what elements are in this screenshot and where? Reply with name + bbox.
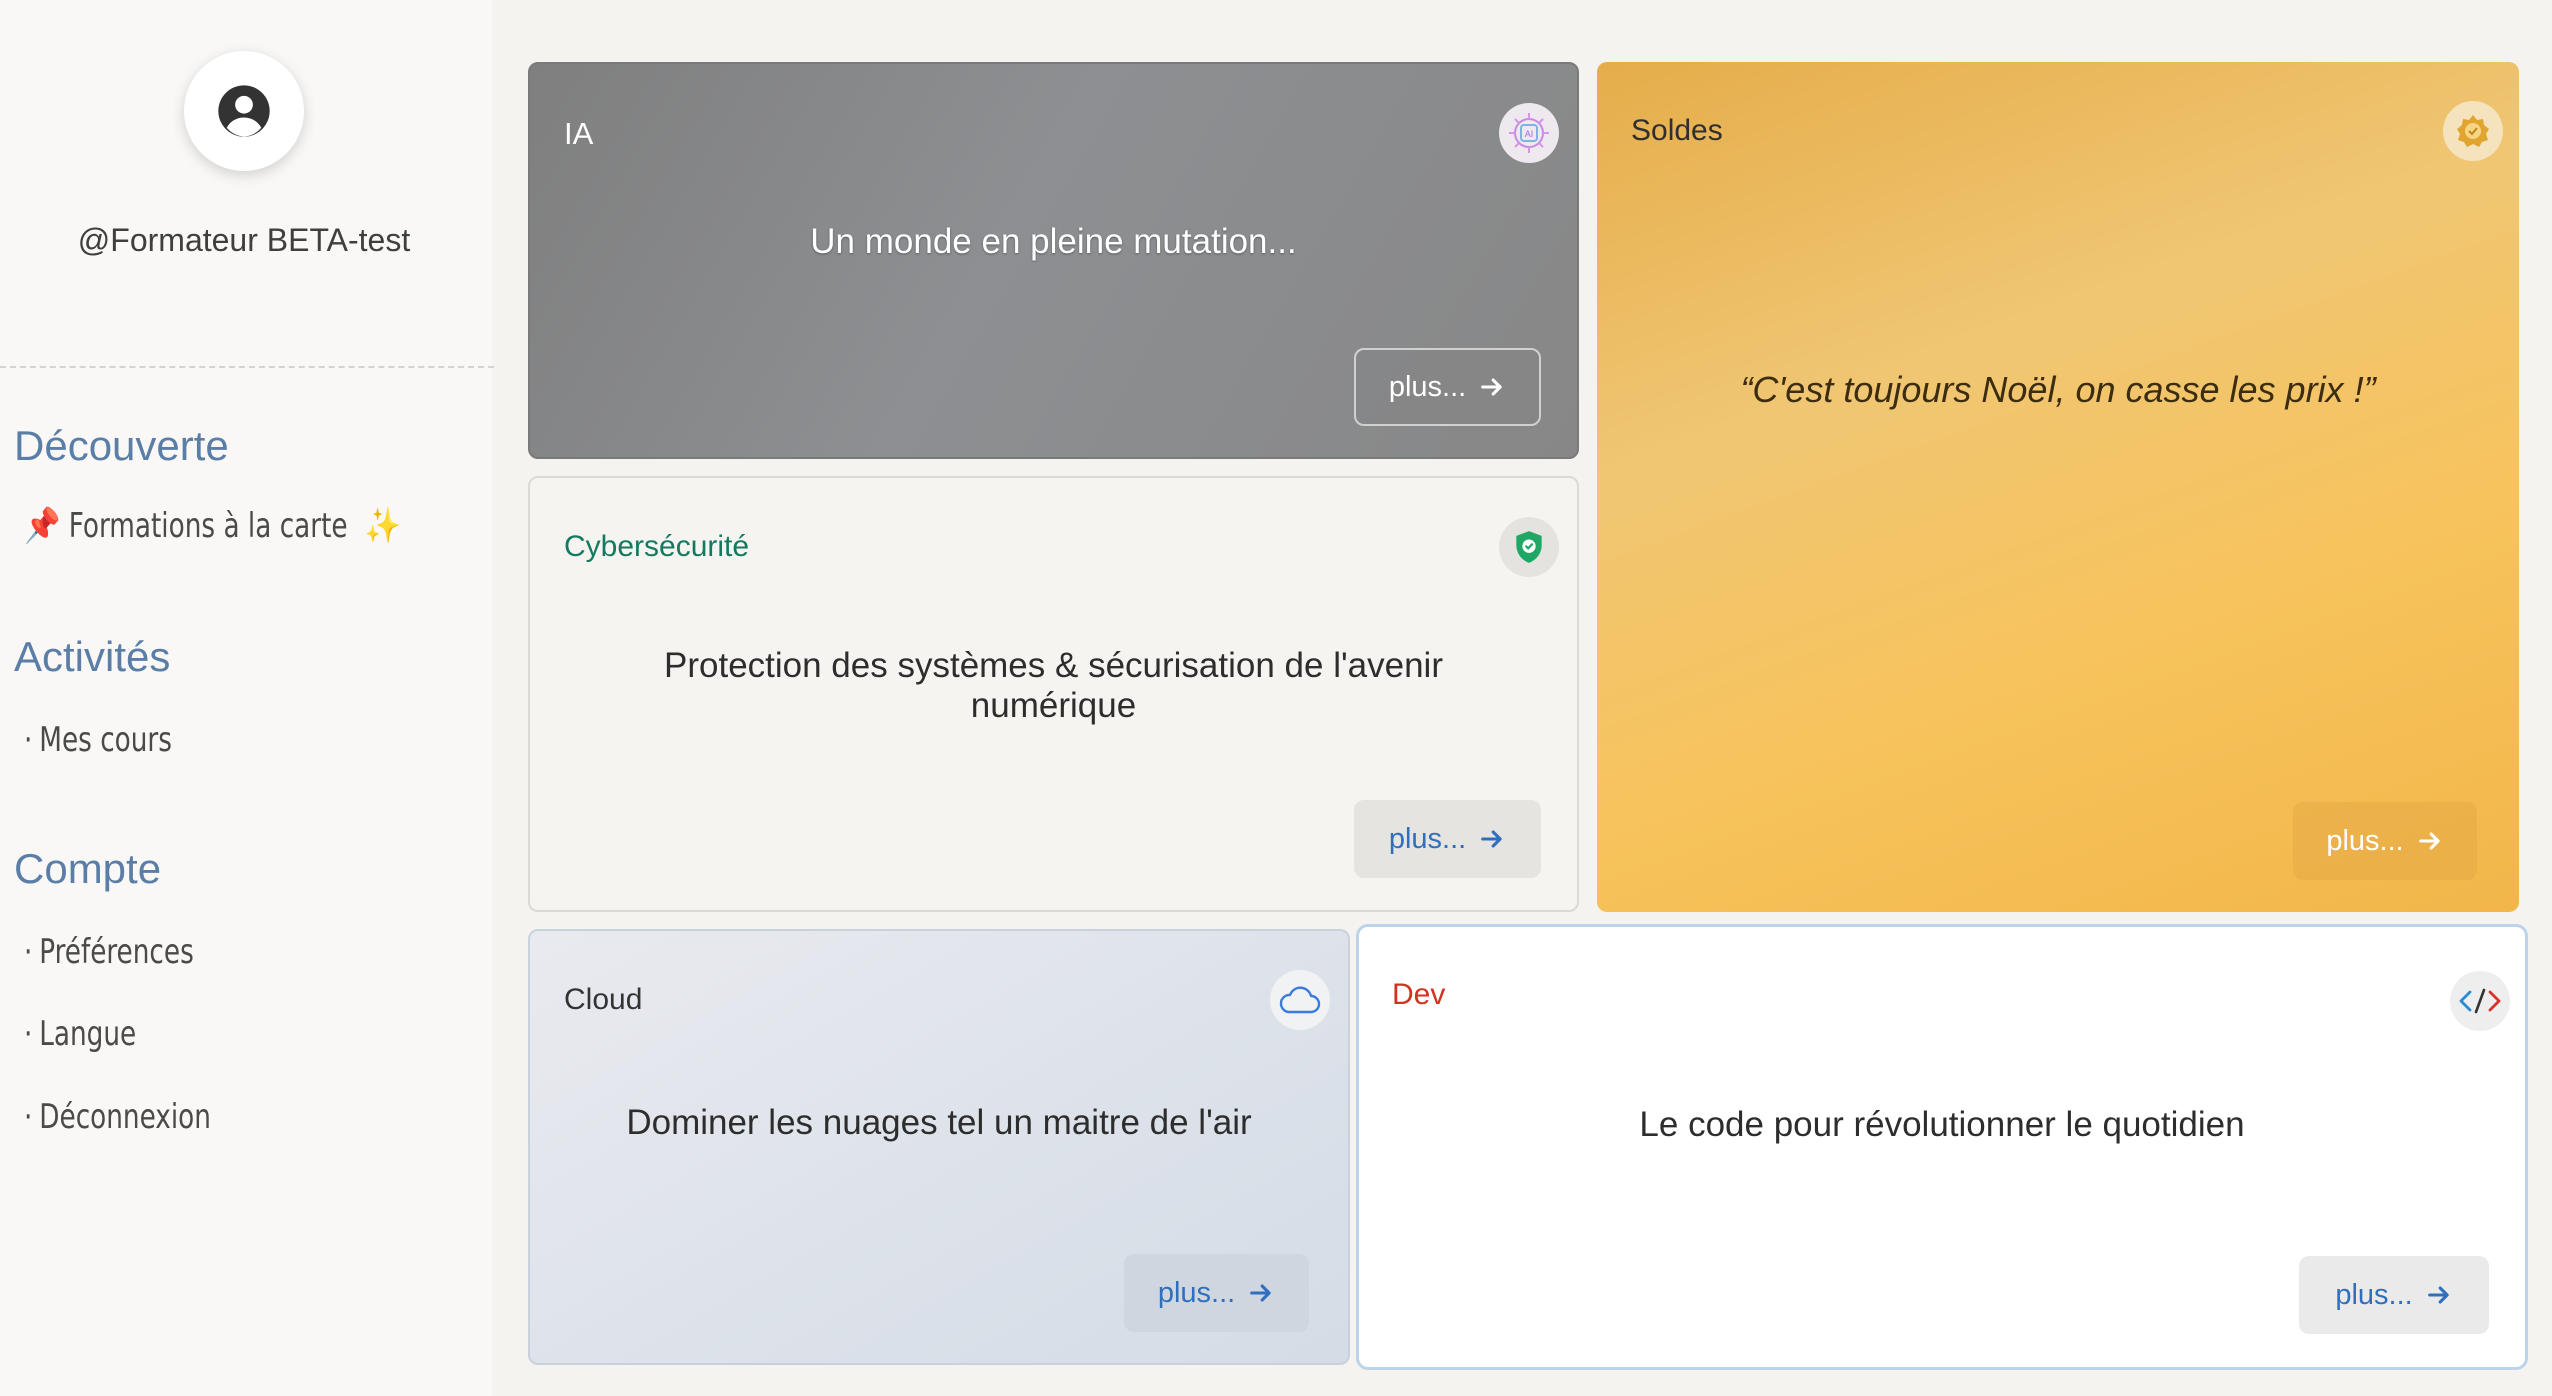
sidebar-item-deconnexion[interactable]: · Déconnexion [24,1097,211,1137]
sidebar-item-label: Langue [39,1014,137,1054]
app-root: @Formateur BETA-test Découverte 📌 Format… [0,0,2552,1396]
sidebar-item-label: Mes cours [39,720,172,760]
card-label: Soldes [1631,114,1723,147]
card-label: Dev [1392,978,1446,1011]
section-title-compte: Compte [14,845,162,892]
shield-check-icon [1499,517,1559,577]
arrow-right-icon [1481,830,1502,848]
more-button[interactable]: plus... [2299,1256,2489,1334]
user-icon [218,85,270,137]
more-button[interactable]: plus... [1124,1254,1309,1332]
sidebar-divider [0,366,494,368]
more-button-label: plus... [1388,822,1467,855]
section-title-decouverte: Découverte [14,422,229,469]
more-button[interactable]: plus... [1354,348,1541,426]
section-title-activites: Activités [14,633,171,680]
arrow-right-icon [2418,832,2440,850]
svg-text:AI: AI [1525,129,1534,139]
sale-badge-icon [2443,101,2503,161]
arrow-right-icon [1250,1284,1271,1302]
username: @Formateur BETA-test [77,222,411,258]
more-button-label: plus... [2335,1278,2413,1311]
sidebar-item-formations[interactable]: 📌 Formations à la carte ✨ [24,506,401,546]
sidebar-item-label: Préférences [39,932,194,972]
more-button[interactable]: plus... [1354,800,1541,878]
more-button-label: plus... [1157,1276,1236,1309]
card-description: Dominer les nuages tel un maitre de l'ai… [626,1103,1252,1142]
bullet: · [24,1014,33,1054]
ai-chip-icon: AI [1499,103,1559,163]
more-button-label: plus... [2326,824,2404,857]
code-icon [2450,971,2510,1031]
sidebar-item-label: Formations à la carte [68,506,348,546]
sidebar-item-mes-cours[interactable]: · Mes cours [24,720,172,760]
bullet: · [24,1097,33,1137]
card-description: “C'est toujours Noël, on casse les prix … [1740,369,2376,410]
bullet: · [24,932,33,972]
sidebar-item-preferences[interactable]: · Préférences [24,932,194,972]
arrow-right-icon [2427,1286,2449,1304]
card-cybersecurite: Cybersécurité Protection des systèmes & … [528,476,1579,912]
card-label: IA [564,116,594,151]
card-description: Un monde en pleine mutation... [810,222,1297,261]
more-button[interactable]: plus... [2293,802,2477,880]
sidebar: @Formateur BETA-test Découverte 📌 Format… [0,0,494,1396]
card-ia: IA AI Un monde en pleine mutation... plu… [528,62,1579,459]
sidebar-item-label: Déconnexion [39,1097,211,1137]
arrow-right-icon [1481,378,1502,396]
pin-icon: 📌 [24,506,61,546]
cloud-icon [1270,970,1330,1030]
sparkles-icon: ✨ [364,506,401,546]
more-button-label: plus... [1388,370,1467,403]
card-label: Cloud [564,983,643,1016]
bullet: · [24,720,33,760]
card-description: Le code pour révolutionner le quotidien [1639,1105,2245,1144]
card-description: Protection des systèmes & sécurisation d… [664,646,1443,725]
card-soldes: Soldes “C'est toujours Noël, on casse le… [1597,62,2519,912]
avatar[interactable] [184,51,304,171]
sidebar-item-langue[interactable]: · Langue [24,1014,136,1054]
card-label: Cybersécurité [564,530,750,563]
card-dev: Dev Le code pour révolutionner le quotid… [1356,924,2528,1370]
card-cloud: Cloud Dominer les nuages tel un maitre d… [528,929,1350,1365]
